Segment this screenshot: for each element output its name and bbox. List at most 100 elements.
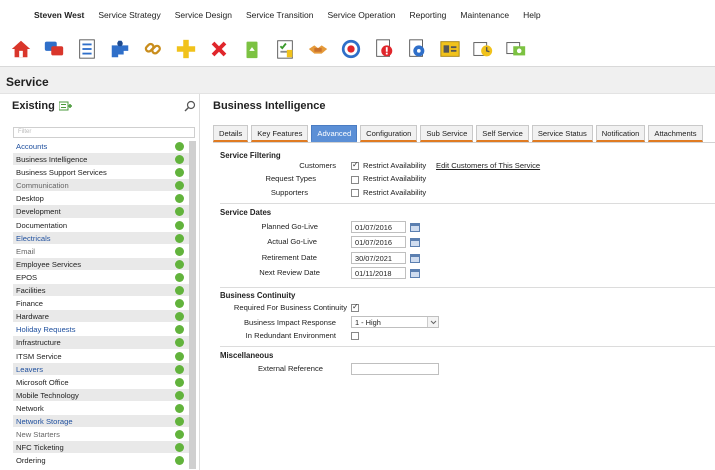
list-item-label: Communication [16, 181, 69, 191]
list-item[interactable]: Network Storage [13, 414, 195, 429]
supporters-restrict-checkbox[interactable] [351, 189, 359, 197]
calendar-icon[interactable] [410, 268, 420, 278]
status-icon [175, 194, 184, 204]
request-types-label: Request Types [265, 174, 316, 183]
calendar-icon[interactable] [410, 222, 420, 232]
list-item[interactable]: Development [13, 205, 195, 219]
tab-details[interactable]: Details [213, 125, 249, 142]
service-list: Accounts Business Intelligence Business Su… [13, 140, 195, 470]
scrollbar[interactable] [189, 141, 196, 469]
external-reference-label: External Reference [257, 364, 323, 373]
clock-doc-icon[interactable] [471, 37, 495, 61]
customers-restrict-label: Restrict Availability [363, 161, 427, 170]
edit-customers-link[interactable]: Edit Customers of This Service [436, 161, 540, 170]
list-item[interactable]: Holiday Requests [13, 323, 195, 337]
list-item[interactable]: Accounts [13, 140, 195, 154]
menu-maintenance[interactable]: Maintenance [460, 10, 509, 20]
delete-icon[interactable] [207, 37, 231, 61]
list-item[interactable]: NFC Ticketing [13, 441, 195, 455]
actual-go-live-field[interactable]: 01/07/2016 [351, 236, 406, 248]
redundant-env-checkbox[interactable] [351, 332, 359, 340]
list-item[interactable]: Finance [13, 297, 195, 311]
list-item[interactable]: New Starters [13, 428, 195, 442]
retirement-date-field[interactable]: 30/07/2021 [351, 252, 406, 264]
checklist-icon[interactable] [273, 37, 297, 61]
list-item[interactable]: ITSM Service [13, 350, 195, 363]
list-icon[interactable] [75, 37, 99, 61]
link-icon[interactable] [141, 37, 165, 61]
section-miscellaneous: Miscellaneous [220, 351, 274, 360]
status-icon [175, 364, 184, 374]
list-item[interactable]: Microsoft Office [13, 376, 195, 389]
recycle-icon[interactable] [240, 37, 264, 61]
user-name[interactable]: Steven West [34, 10, 84, 20]
status-icon [175, 351, 184, 361]
customers-restrict-checkbox[interactable] [351, 160, 359, 170]
list-item[interactable]: Network [13, 402, 195, 415]
tab-service-status[interactable]: Service Status [531, 125, 593, 142]
add-existing-icon[interactable] [59, 101, 73, 111]
target-icon[interactable] [339, 37, 363, 61]
list-item-label: Business Intelligence [16, 155, 88, 165]
chat-icon[interactable] [42, 37, 66, 61]
tab-sub-service[interactable]: Sub Service [420, 125, 474, 142]
status-icon [175, 456, 184, 466]
external-reference-input[interactable] [351, 363, 439, 375]
list-item[interactable]: Infrastructure [13, 336, 195, 350]
calendar-icon[interactable] [410, 253, 420, 263]
menu-service-design[interactable]: Service Design [175, 10, 232, 20]
menu-service-operation[interactable]: Service Operation [328, 10, 396, 20]
next-review-date-field[interactable]: 01/11/2018 [351, 267, 406, 279]
list-item[interactable]: Business Support Services [13, 166, 195, 180]
tab-configuration[interactable]: Configuration [360, 125, 418, 142]
list-item[interactable]: Electricals [13, 231, 195, 245]
tab-notification[interactable]: Notification [595, 125, 646, 142]
tab-bar: Details Key Features Advanced Configuration… [213, 125, 703, 142]
list-item[interactable]: EPOS [13, 271, 195, 285]
handshake-icon[interactable] [306, 37, 330, 61]
planned-go-live-field[interactable]: 01/07/2016 [351, 221, 406, 233]
menu-reporting[interactable]: Reporting [410, 10, 447, 20]
add-icon[interactable] [174, 37, 198, 61]
alert-doc-icon[interactable] [372, 37, 396, 61]
list-item[interactable]: Hardware [13, 310, 195, 324]
tab-divider [213, 142, 715, 143]
list-item[interactable]: Desktop [13, 192, 195, 206]
list-item-label: Documentation [16, 220, 68, 230]
search-icon[interactable] [184, 100, 196, 112]
required-continuity-checkbox[interactable] [351, 302, 359, 312]
chevron-down-icon[interactable] [427, 317, 438, 327]
tab-self-service[interactable]: Self Service [476, 125, 529, 142]
list-item[interactable]: Employee Services [13, 257, 195, 271]
puzzle-icon[interactable] [108, 37, 132, 61]
list-item[interactable]: Email [13, 245, 195, 258]
list-item[interactable]: Communication [13, 179, 195, 193]
money-icon[interactable] [504, 37, 528, 61]
settings-doc-icon[interactable] [405, 37, 429, 61]
list-item-label: Electricals [16, 233, 51, 243]
request-types-restrict-checkbox[interactable] [351, 176, 359, 184]
list-item-label: Email [16, 246, 35, 256]
list-item-label: Infrastructure [16, 338, 61, 348]
list-item-label: NFC Ticketing [16, 443, 64, 453]
list-item[interactable]: Facilities [13, 284, 195, 298]
tab-attachments[interactable]: Attachments [648, 125, 703, 142]
list-item[interactable]: Documentation [13, 219, 195, 232]
menu-service-transition[interactable]: Service Transition [246, 10, 314, 20]
tab-key-features[interactable]: Key Features [251, 125, 309, 142]
list-item[interactable]: Ordering [13, 454, 195, 468]
impact-response-label: Business Impact Response [243, 318, 336, 327]
menu-service-strategy[interactable]: Service Strategy [98, 10, 160, 20]
home-icon[interactable] [9, 37, 33, 61]
menu-help[interactable]: Help [523, 10, 540, 20]
list-item[interactable]: Mobile Technology [13, 388, 195, 402]
list-item[interactable]: Leavers [13, 362, 195, 376]
supporters-restrict-label: Restrict Availability [363, 188, 427, 197]
status-icon [175, 272, 184, 282]
impact-response-select[interactable]: 1 - High [351, 316, 439, 328]
filter-input[interactable]: Filter [13, 127, 195, 138]
calendar-icon[interactable] [410, 237, 420, 247]
tab-advanced[interactable]: Advanced [311, 125, 358, 142]
list-item[interactable]: Business Intelligence [13, 153, 195, 167]
id-card-icon[interactable] [438, 37, 462, 61]
